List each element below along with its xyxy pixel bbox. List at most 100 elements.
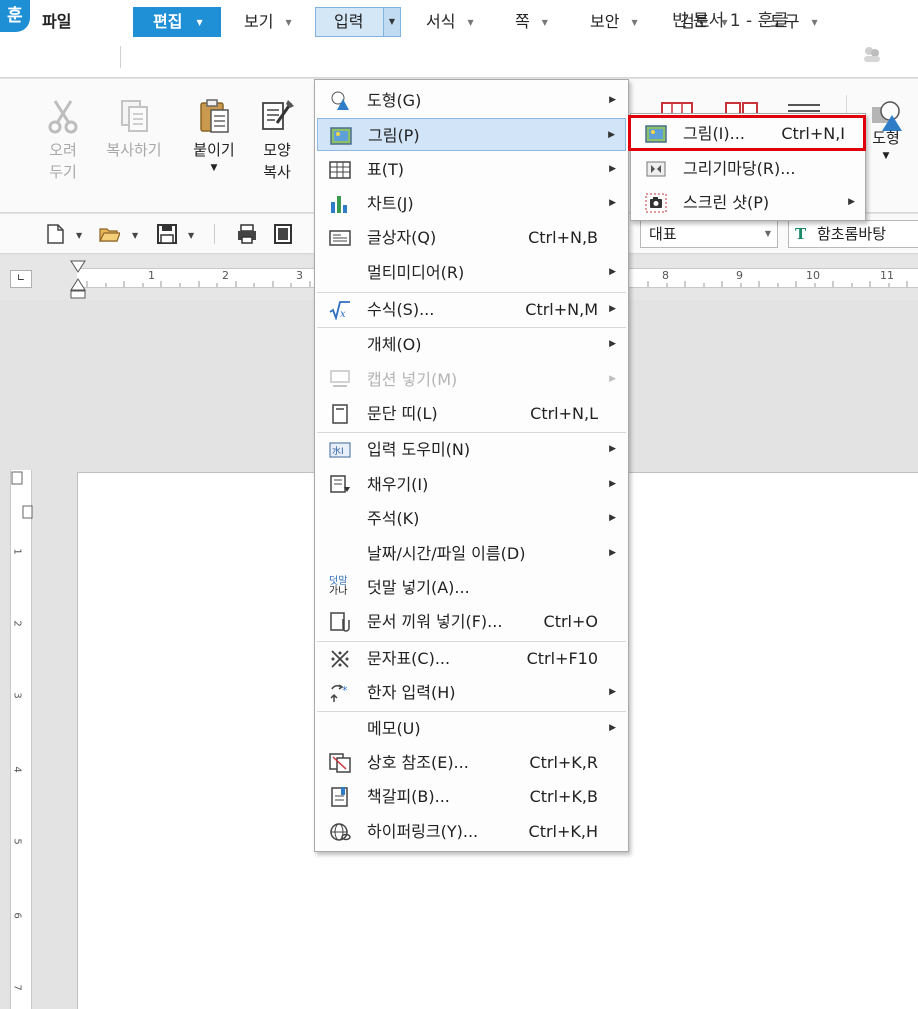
menu-item-caption[interactable]: 캡션 넣기(M) ▶ xyxy=(317,363,626,396)
menu-item-shortcut: Ctrl+O xyxy=(543,612,598,631)
paste-label: 붙이기 xyxy=(193,141,235,159)
submenu-item-drawing[interactable]: 그리기마당(R)... xyxy=(633,152,865,185)
fill-icon xyxy=(330,475,350,493)
caret-down-icon[interactable]: ▼ xyxy=(542,8,548,38)
people-icon[interactable] xyxy=(862,44,882,64)
caret-down-icon[interactable]: ▼ xyxy=(721,8,727,38)
menu-edit[interactable]: 편집 ▼ xyxy=(133,7,221,37)
menu-insert[interactable]: 입력 ▼ xyxy=(315,7,401,37)
picture-icon xyxy=(330,127,352,145)
submenu-item-screenshot[interactable]: 스크린 샷(P) ▶ xyxy=(633,186,865,219)
indent-marker-icon[interactable] xyxy=(70,260,86,300)
new-document-icon[interactable] xyxy=(44,223,66,245)
menu-item-table[interactable]: 표(T) ▶ xyxy=(317,153,626,186)
menu-item-insert-document[interactable]: 문서 끼워 넣기(F)... Ctrl+O xyxy=(317,605,626,638)
menu-insert-label: 입력 xyxy=(334,12,364,31)
chevron-right-icon: ▶ xyxy=(609,479,616,489)
highlight-box xyxy=(628,115,866,151)
tab-type-button[interactable]: ∟ xyxy=(10,270,32,288)
copy-button[interactable]: 복사하기 xyxy=(96,97,172,161)
menu-item-picture[interactable]: 그림(P) ▶ xyxy=(317,118,626,151)
open-folder-icon[interactable] xyxy=(98,223,120,245)
menu-item-textbox[interactable]: 글상자(Q) Ctrl+N,B xyxy=(317,221,626,254)
caret-down-icon[interactable]: ▼ xyxy=(811,8,817,38)
menu-item-datetime-filename[interactable]: 날짜/시간/파일 이름(D) ▶ xyxy=(317,537,626,570)
caret-down-icon[interactable]: ▼ xyxy=(184,161,244,175)
menu-item-memo[interactable]: 메모(U) ▶ xyxy=(317,712,626,745)
menu-file[interactable]: 파일 xyxy=(36,7,77,37)
chevron-right-icon: ▶ xyxy=(609,548,616,558)
print-icon[interactable] xyxy=(236,223,258,245)
ruler-number: 9 xyxy=(736,269,743,282)
menu-item-multimedia[interactable]: 멀티미디어(R) ▶ xyxy=(317,256,626,289)
menu-review[interactable]: 검토 ▼ xyxy=(674,7,734,37)
menu-item-fill[interactable]: 채우기(I) ▶ xyxy=(317,468,626,501)
caret-down-icon[interactable]: ▼ xyxy=(76,231,82,240)
menu-item-shape[interactable]: 도형(G) ▶ xyxy=(317,84,626,117)
drawing-icon xyxy=(646,161,666,177)
font-value: 함초롬바탕 xyxy=(817,225,887,243)
menu-item-column-break[interactable]: 문단 띠(L) Ctrl+N,L xyxy=(317,397,626,430)
caret-down-icon[interactable]: ▼ xyxy=(866,149,906,163)
menu-page[interactable]: 쪽 ▼ xyxy=(509,7,554,37)
caret-down-icon[interactable]: ▼ xyxy=(132,231,138,240)
menu-item-label: 하이퍼링크(Y)... xyxy=(367,822,479,841)
caret-down-icon[interactable]: ▼ xyxy=(383,8,400,36)
menu-item-chart[interactable]: 차트(J) ▶ xyxy=(317,187,626,220)
menu-item-label: 책갈피(B)... xyxy=(367,787,450,806)
menu-format[interactable]: 서식 ▼ xyxy=(420,7,480,37)
menu-item-cross-reference[interactable]: 상호 참조(E)... Ctrl+K,R xyxy=(317,746,626,779)
menu-item-overlay-text[interactable]: 덧말 가나 덧말 넣기(A)... xyxy=(317,571,626,604)
format-copy-button[interactable]: 모양 복사 xyxy=(254,97,300,183)
column-break-icon xyxy=(332,404,348,424)
chevron-right-icon: ▶ xyxy=(848,197,855,207)
copy-label: 복사하기 xyxy=(106,141,162,159)
paste-button[interactable]: 붙이기 ▼ xyxy=(184,97,244,175)
menu-item-shortcut: Ctrl+K,R xyxy=(529,753,598,772)
menu-item-label: 문자표(C)... xyxy=(367,649,451,668)
save-icon[interactable] xyxy=(156,223,178,245)
caption-icon xyxy=(330,370,350,387)
screenshot-icon xyxy=(645,193,667,213)
font-select[interactable]: T 함초롬바탕 xyxy=(788,220,918,248)
menu-item-label: 스크린 샷(P) xyxy=(683,193,770,212)
shape-button[interactable]: 도형 ▼ xyxy=(866,97,906,163)
ruler-number: 1 xyxy=(148,269,155,282)
menu-item-annotation[interactable]: 주석(K) ▶ xyxy=(317,502,626,535)
menu-item-symbol[interactable]: 문자표(C)... Ctrl+F10 xyxy=(317,642,626,675)
menu-item-hanja[interactable]: * 한자 입력(H) ▶ xyxy=(317,676,626,709)
hanja-icon: * xyxy=(330,684,348,702)
cut-button[interactable]: 오려 두기 xyxy=(40,97,86,183)
caret-down-icon[interactable]: ▼ xyxy=(196,8,202,38)
preview-icon[interactable] xyxy=(272,223,294,245)
menu-item-input-helper[interactable]: 水I 입력 도우미(N) ▶ xyxy=(317,433,626,466)
margin-marker-icon[interactable] xyxy=(11,470,33,520)
vertical-ruler[interactable]: 1 2 3 4 5 6 7 xyxy=(10,470,33,1009)
menu-item-label: 차트(J) xyxy=(367,194,414,213)
menu-item-hyperlink[interactable]: 하이퍼링크(Y)... Ctrl+K,H xyxy=(317,815,626,848)
menu-item-label: 상호 참조(E)... xyxy=(367,753,469,772)
menu-item-label: 입력 도우미(N) xyxy=(367,440,471,459)
table-icon xyxy=(329,161,351,179)
style-select[interactable]: 대표 ▼ xyxy=(640,220,778,248)
app-logo[interactable]: 훈 xyxy=(0,0,30,32)
ruler-number: 4 xyxy=(11,766,23,773)
menu-security-label: 보안 xyxy=(590,12,620,31)
menu-item-object[interactable]: 개체(O) ▶ xyxy=(317,328,626,361)
bookmark-icon xyxy=(331,787,348,807)
caret-down-icon[interactable]: ▼ xyxy=(467,8,473,38)
menu-item-label: 도형(G) xyxy=(367,91,422,110)
caret-down-icon[interactable]: ▼ xyxy=(188,231,194,240)
caret-down-icon[interactable]: ▼ xyxy=(285,8,291,38)
caret-down-icon[interactable]: ▼ xyxy=(631,8,637,38)
menu-view[interactable]: 보기 ▼ xyxy=(238,7,298,37)
menu-item-label: 수식(S)... xyxy=(367,300,435,319)
chevron-right-icon: ▶ xyxy=(609,164,616,174)
menu-security[interactable]: 보안 ▼ xyxy=(584,7,644,37)
menu-item-bookmark[interactable]: 책갈피(B)... Ctrl+K,B xyxy=(317,780,626,813)
menu-tools[interactable]: 도구 ▼ xyxy=(764,7,824,37)
ruler-number: 10 xyxy=(806,269,820,282)
caret-down-icon[interactable]: ▼ xyxy=(765,221,771,247)
insert-menu: 도형(G) ▶ 그림(P) ▶ 표(T) ▶ 차트(J) ▶ 글상자(Q) Ct… xyxy=(314,79,629,852)
menu-item-formula[interactable]: x 수식(S)... Ctrl+N,M ▶ xyxy=(317,293,626,326)
